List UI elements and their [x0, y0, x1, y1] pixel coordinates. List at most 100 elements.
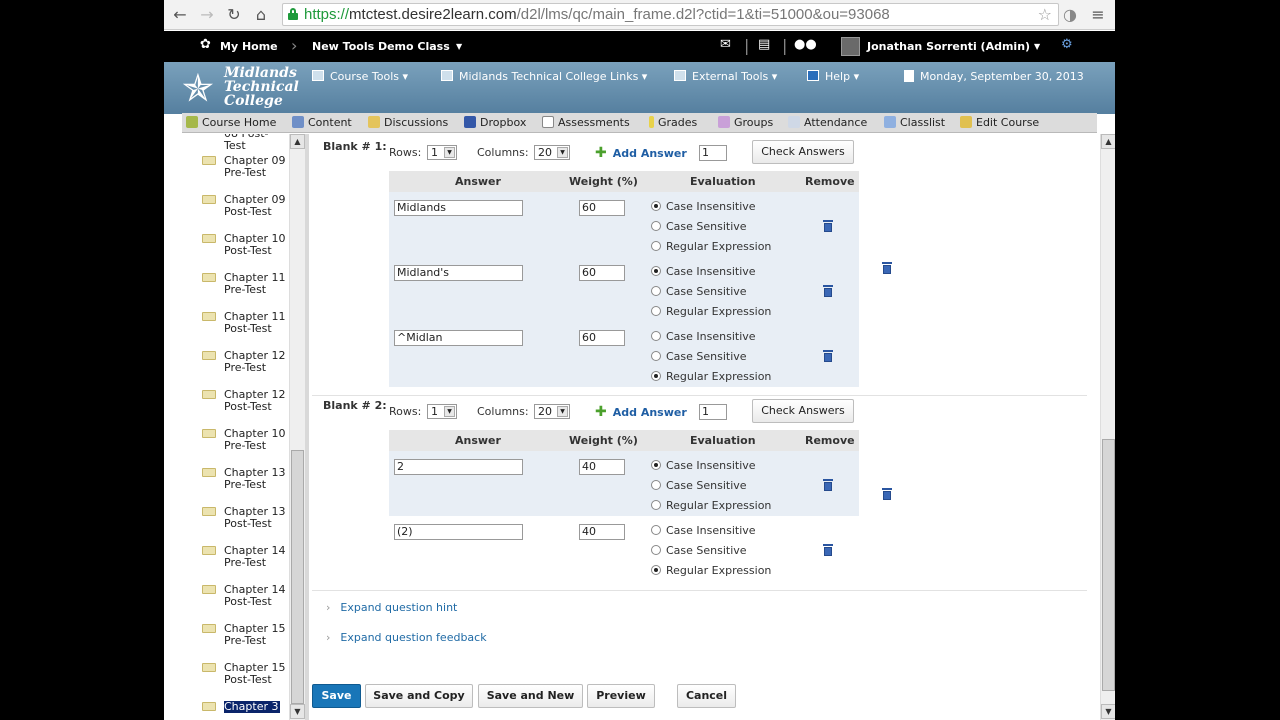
trash-icon[interactable] — [823, 544, 833, 556]
tree-item[interactable]: Chapter 10 Post-Test — [202, 233, 287, 272]
tree-item[interactable]: Chapter 3 — [202, 701, 287, 720]
chevron-down-icon[interactable]: ▼ — [1034, 42, 1040, 51]
trash-icon[interactable] — [882, 262, 892, 274]
evaluation-radio[interactable]: Case Sensitive — [651, 350, 747, 363]
scroll-up-icon[interactable]: ▲ — [290, 134, 305, 149]
evaluation-radio[interactable]: Case Insensitive — [651, 524, 756, 537]
tree-item[interactable]: Chapter 09 Post-Test — [202, 194, 287, 233]
tree-item[interactable]: Chapter 11 Pre-Test — [202, 272, 287, 311]
message-alerts-icon[interactable]: ✉ — [720, 37, 731, 52]
cancel-button[interactable]: Cancel — [677, 684, 736, 708]
home-icon[interactable]: ⌂ — [251, 5, 271, 25]
menu-icon[interactable]: ≡ — [1088, 5, 1108, 25]
trash-icon[interactable] — [882, 488, 892, 500]
tree-item[interactable]: Chapter 15 Pre-Test — [202, 623, 287, 662]
college-logo[interactable]: ✯ Midlands Technical College — [182, 66, 306, 110]
course-selector[interactable]: New Tools Demo Class — [312, 40, 450, 53]
evaluation-radio[interactable]: Regular Expression — [651, 305, 771, 318]
nav-groups[interactable]: Groups — [718, 116, 773, 129]
main-scrollbar[interactable]: ▲ ▼ — [1100, 134, 1115, 720]
evaluation-radio[interactable]: Case Sensitive — [651, 544, 747, 557]
trash-icon[interactable] — [823, 220, 833, 232]
college-links-menu[interactable]: Midlands Technical College Links ▾ — [441, 70, 647, 83]
expand-hint-link[interactable]: › Expand question hint — [326, 601, 457, 614]
nav-dropbox[interactable]: Dropbox — [464, 116, 526, 129]
tree-item[interactable]: Chapter 12 Post-Test — [202, 389, 287, 428]
rows-select[interactable]: 1 ▼ — [427, 404, 457, 419]
forward-icon[interactable]: → — [197, 5, 217, 25]
evaluation-radio[interactable]: Case Insensitive — [651, 330, 756, 343]
bookmark-star-icon[interactable]: ☆ — [1038, 5, 1052, 24]
columns-select[interactable]: 20 ▼ — [534, 145, 570, 160]
scroll-up-icon[interactable]: ▲ — [1101, 134, 1115, 149]
nav-classlist[interactable]: Classlist — [884, 116, 945, 129]
nav-content[interactable]: Content — [292, 116, 352, 129]
evaluation-radio[interactable]: Case Insensitive — [651, 459, 756, 472]
trash-icon[interactable] — [823, 285, 833, 297]
reload-icon[interactable]: ↻ — [224, 5, 244, 25]
tree-item[interactable]: Chapter 13 Post-Test — [202, 506, 287, 545]
gear-icon[interactable]: ⚙ — [1061, 37, 1073, 52]
evaluation-radio[interactable]: Case Insensitive — [651, 265, 756, 278]
evaluation-radio[interactable]: Regular Expression — [651, 370, 771, 383]
evaluation-radio[interactable]: Regular Expression — [651, 240, 771, 253]
rows-select[interactable]: 1 ▼ — [427, 145, 457, 160]
nav-assessments[interactable]: Assessments — [542, 116, 630, 129]
address-bar[interactable]: https://mtctest.desire2learn.com/d2l/lms… — [282, 3, 1059, 26]
add-answer-count-input[interactable]: 1 — [699, 145, 727, 161]
scroll-down-icon[interactable]: ▼ — [290, 704, 305, 719]
add-answer-button[interactable]: ✚ Add Answer — [595, 404, 687, 420]
tree-item[interactable]: Chapter 09 Pre-Test — [202, 155, 287, 194]
frame-divider[interactable] — [305, 134, 309, 720]
tree-item[interactable]: Chapter 15 Post-Test — [202, 662, 287, 701]
check-answers-button[interactable]: Check Answers — [752, 140, 854, 164]
chevron-down-icon[interactable]: ▼ — [456, 42, 462, 51]
nav-attendance[interactable]: Attendance — [788, 116, 867, 129]
evaluation-radio[interactable]: Regular Expression — [651, 499, 771, 512]
org-icon[interactable]: ✿ — [200, 37, 211, 52]
add-answer-count-input[interactable]: 1 — [699, 404, 727, 420]
evaluation-radio[interactable]: Case Sensitive — [651, 220, 747, 233]
subscription-alerts-icon[interactable]: ●● — [794, 37, 817, 52]
update-alerts-icon[interactable]: ▤ — [758, 37, 770, 52]
columns-select[interactable]: 20 ▼ — [534, 404, 570, 419]
scroll-thumb[interactable] — [1102, 439, 1115, 691]
external-tools-menu[interactable]: External Tools ▾ — [674, 70, 777, 83]
weight-input[interactable]: 60 — [579, 265, 625, 281]
check-answers-button[interactable]: Check Answers — [752, 399, 854, 423]
preview-button[interactable]: Preview — [587, 684, 655, 708]
save-button[interactable]: Save — [312, 684, 361, 708]
user-menu[interactable]: Jonathan Sorrenti (Admin) — [867, 40, 1030, 53]
my-home-link[interactable]: My Home — [220, 40, 278, 53]
tree-item[interactable]: Chapter 12 Pre-Test — [202, 350, 287, 389]
extension-icon[interactable]: ◑ — [1060, 5, 1080, 25]
answer-input[interactable]: 2 — [394, 459, 523, 475]
back-icon[interactable]: ← — [170, 5, 190, 25]
scroll-down-icon[interactable]: ▼ — [1101, 704, 1115, 719]
trash-icon[interactable] — [823, 350, 833, 362]
weight-input[interactable]: 60 — [579, 200, 625, 216]
tree-item[interactable]: Chapter 11 Post-Test — [202, 311, 287, 350]
weight-input[interactable]: 40 — [579, 459, 625, 475]
tree-item[interactable]: Chapter 13 Pre-Test — [202, 467, 287, 506]
save-and-new-button[interactable]: Save and New — [478, 684, 583, 708]
expand-feedback-link[interactable]: › Expand question feedback — [326, 631, 487, 644]
answer-input[interactable]: Midlands — [394, 200, 523, 216]
save-and-copy-button[interactable]: Save and Copy — [365, 684, 473, 708]
tree-scrollbar[interactable]: ▲ ▼ — [289, 134, 305, 720]
tree-item[interactable]: Chapter 14 Pre-Test — [202, 545, 287, 584]
scroll-thumb[interactable] — [291, 450, 304, 704]
nav-discussions[interactable]: Discussions — [368, 116, 448, 129]
avatar[interactable] — [841, 37, 860, 56]
answer-input[interactable]: ^Midlan — [394, 330, 523, 346]
weight-input[interactable]: 60 — [579, 330, 625, 346]
trash-icon[interactable] — [823, 479, 833, 491]
nav-course-home[interactable]: Course Home — [186, 116, 276, 129]
help-menu[interactable]: Help ▾ — [807, 70, 859, 83]
evaluation-radio[interactable]: Case Insensitive — [651, 200, 756, 213]
answer-input[interactable]: (2) — [394, 524, 523, 540]
evaluation-radio[interactable]: Case Sensitive — [651, 285, 747, 298]
evaluation-radio[interactable]: Case Sensitive — [651, 479, 747, 492]
tree-item[interactable]: Chapter 10 Pre-Test — [202, 428, 287, 467]
nav-edit-course[interactable]: Edit Course — [960, 116, 1039, 129]
